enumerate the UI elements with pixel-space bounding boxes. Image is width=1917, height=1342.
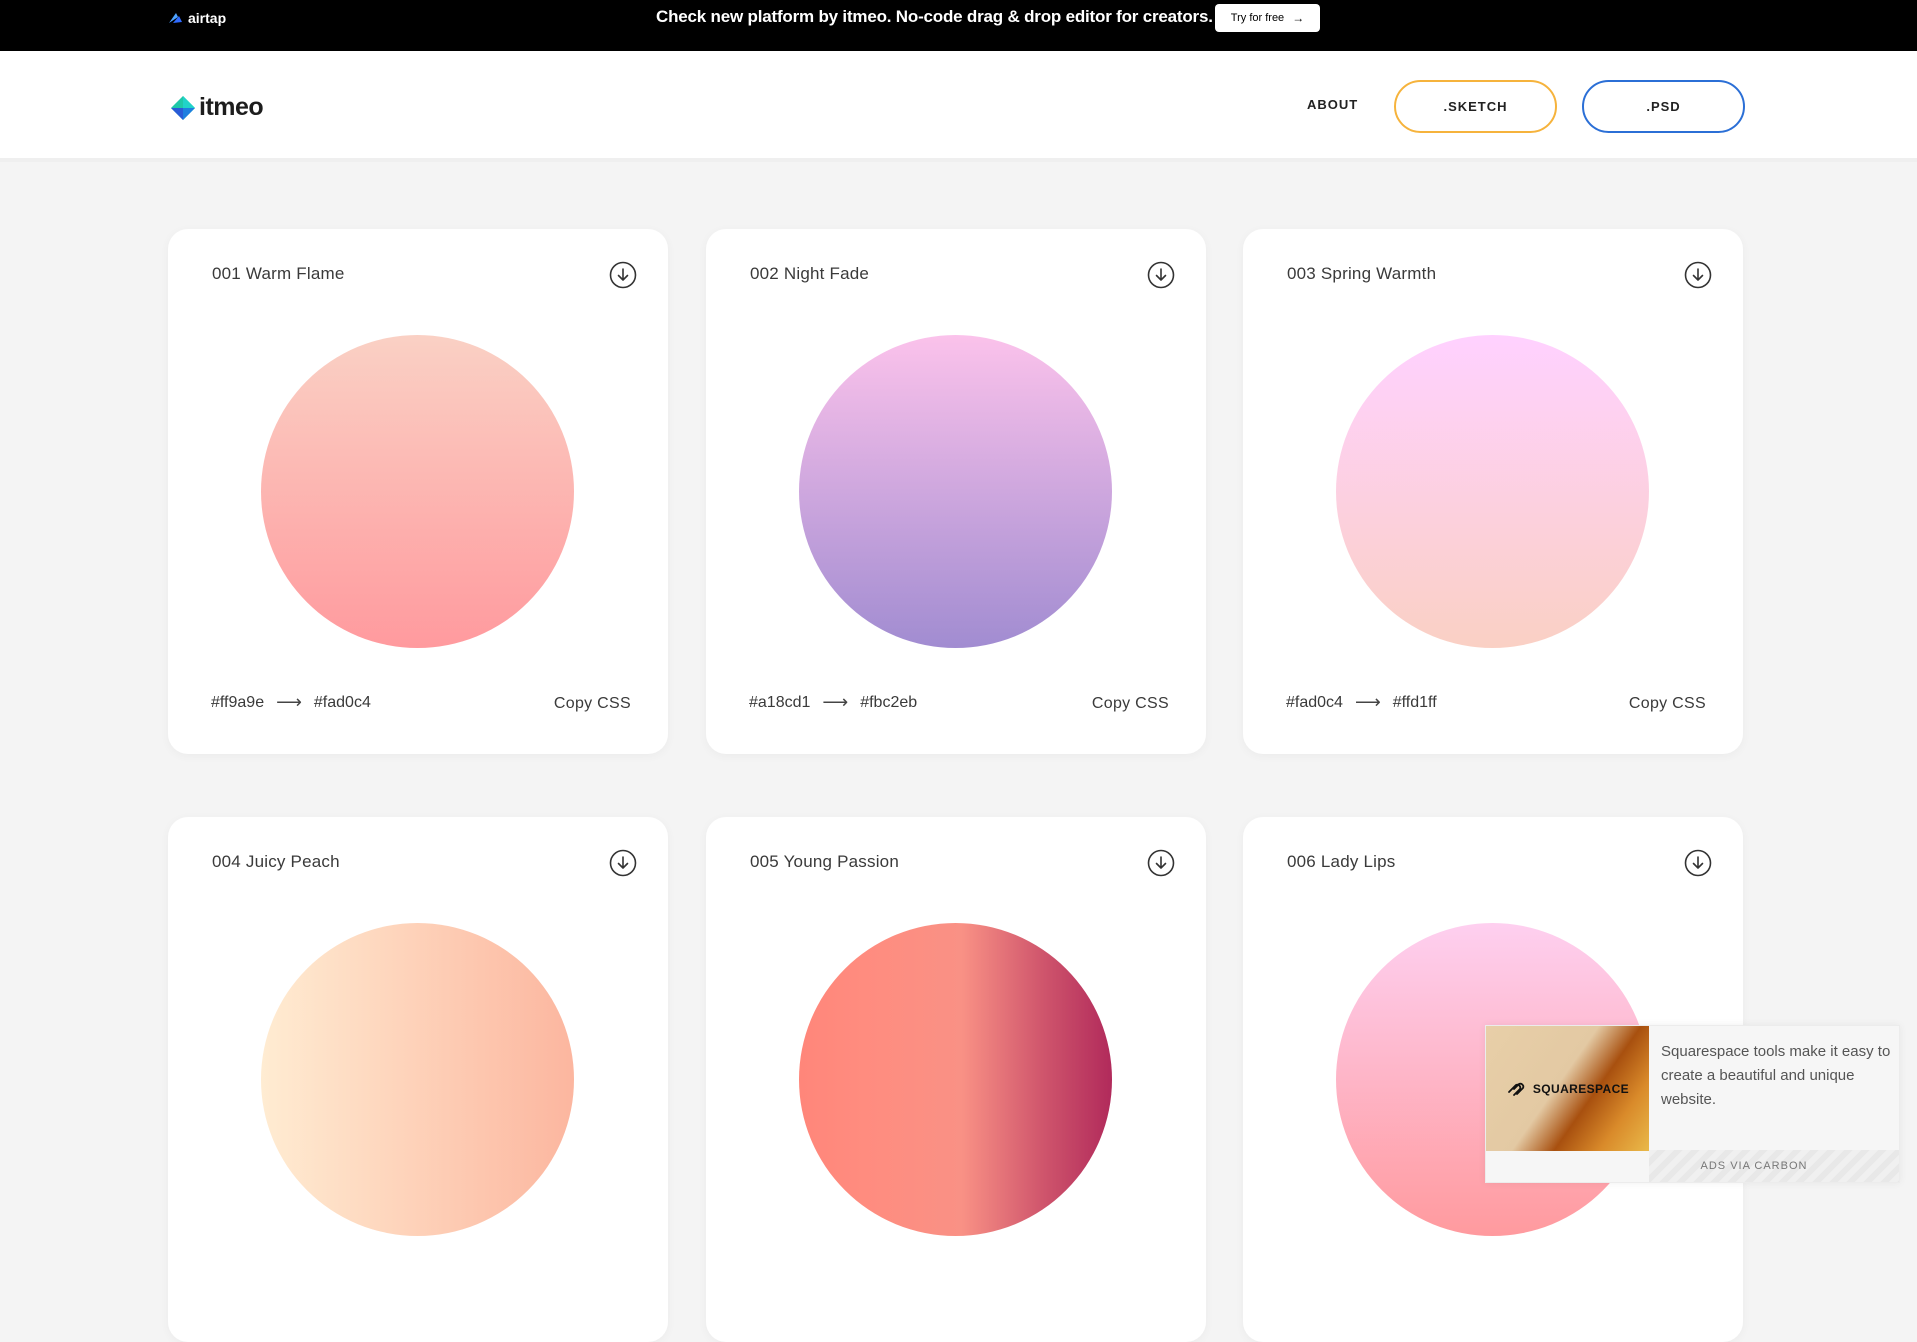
squarespace-logo-icon — [1507, 1082, 1525, 1096]
diamond-logo-icon — [171, 95, 195, 120]
promo-bar: airtap Check new platform by itmeo. No-c… — [0, 0, 1917, 51]
color-to: #fad0c4 — [313, 693, 371, 711]
nav-about-link[interactable]: ABOUT — [1307, 97, 1358, 112]
download-icon[interactable] — [609, 261, 637, 289]
gradient-colors: #fad0c4 ⟶ #ffd1ff — [1286, 692, 1437, 713]
arrow-right-icon: ⟶ — [276, 692, 302, 712]
gradient-title: 003 Spring Warmth — [1287, 264, 1437, 283]
copy-css-button[interactable]: Copy CSS — [1092, 695, 1169, 713]
download-icon[interactable] — [1147, 849, 1175, 877]
carbon-ad: SQUARESPACE Squarespace tools make it ea… — [1485, 1025, 1900, 1183]
logo-text: itmeo — [199, 93, 264, 121]
gradient-colors: #a18cd1 ⟶ #fbc2eb — [749, 692, 917, 713]
copy-css-button[interactable]: Copy CSS — [1629, 695, 1706, 713]
airtap-brand-link[interactable]: airtap — [167, 9, 226, 27]
ad-footer: ADS VIA CARBON — [1649, 1150, 1899, 1182]
copy-css-button[interactable]: Copy CSS — [554, 695, 631, 713]
download-sketch-button[interactable]: .SKETCH — [1394, 80, 1557, 133]
try-for-free-label: Try for free — [1230, 12, 1285, 24]
color-to: #fbc2eb — [860, 693, 918, 711]
gradient-title: 002 Night Fade — [750, 264, 870, 283]
gradient-card: 003 Spring Warmth #fad0c4 ⟶ #ffd1ff Copy… — [1243, 229, 1743, 754]
download-icon[interactable] — [609, 849, 637, 877]
promo-message: Check new platform by itmeo. No-code dra… — [656, 7, 1213, 26]
gradient-card: 001 Warm Flame #ff9a9e ⟶ #fad0c4 Copy CS… — [168, 229, 668, 754]
gradient-colors: #ff9a9e ⟶ #fad0c4 — [211, 692, 371, 713]
squarespace-wordmark: SQUARESPACE — [1532, 1081, 1630, 1096]
itmeo-logo[interactable]: itmeo — [170, 93, 264, 122]
gradient-title: 001 Warm Flame — [212, 264, 345, 283]
gradient-title: 004 Juicy Peach — [212, 852, 340, 871]
ad-text-link[interactable]: Squarespace tools make it easy to create… — [1661, 1040, 1891, 1112]
ads-via-carbon-link[interactable]: ADS VIA CARBON — [1649, 1160, 1899, 1172]
gradient-card: 002 Night Fade #a18cd1 ⟶ #fbc2eb Copy CS… — [706, 229, 1206, 754]
airtap-logo-icon — [169, 13, 182, 23]
gradient-title: 005 Young Passion — [750, 852, 899, 871]
color-from: #fad0c4 — [1286, 693, 1343, 711]
download-psd-button[interactable]: .PSD — [1582, 80, 1745, 133]
ad-image[interactable]: SQUARESPACE — [1486, 1026, 1649, 1151]
gradient-card: 004 Juicy Peach — [168, 817, 668, 1342]
color-from: #a18cd1 — [749, 693, 811, 711]
airtap-brand-name: airtap — [188, 10, 227, 26]
color-to: #ffd1ff — [1392, 693, 1437, 711]
site-header: itmeo ABOUT .SKETCH .PSD — [0, 51, 1917, 162]
arrow-right-icon: ⟶ — [1354, 692, 1381, 712]
gradient-title: 006 Lady Lips — [1287, 852, 1396, 871]
try-for-free-button[interactable]: Try for free → — [1215, 4, 1320, 32]
download-icon[interactable] — [1684, 261, 1712, 289]
gradient-preview — [799, 923, 1112, 1236]
arrow-right-icon: → — [1292, 11, 1305, 25]
gradient-preview — [261, 923, 574, 1236]
download-icon[interactable] — [1147, 261, 1175, 289]
gradient-preview — [261, 335, 574, 648]
arrow-right-icon: ⟶ — [822, 692, 849, 712]
gradient-preview — [799, 335, 1112, 648]
gradient-card: 005 Young Passion — [706, 817, 1206, 1342]
download-icon[interactable] — [1684, 849, 1712, 877]
gradient-preview — [1336, 335, 1649, 648]
color-from: #ff9a9e — [211, 693, 265, 711]
